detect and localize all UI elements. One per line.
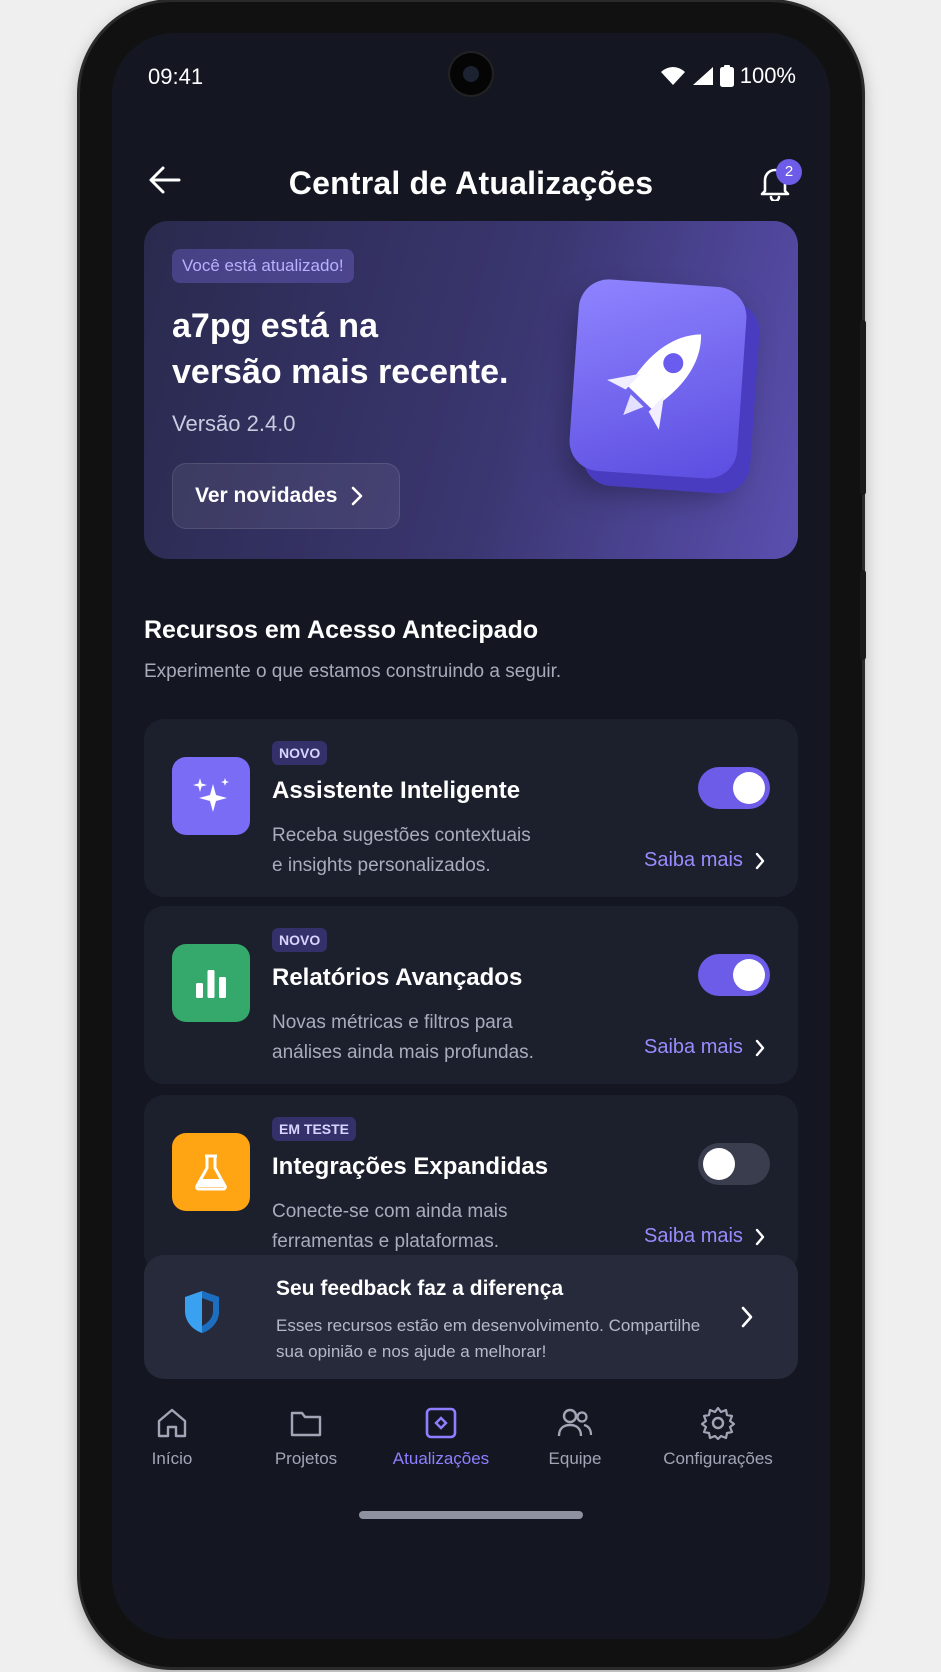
feature-card-advanced-reports: NOVO Relatórios Avançados Novas métricas… — [144, 906, 798, 1084]
chevron-right-icon — [755, 1039, 765, 1056]
volume-button — [860, 320, 866, 495]
home-indicator[interactable] — [359, 1511, 583, 1519]
bar-chart-icon — [172, 944, 250, 1022]
desc-line-2: análises ainda mais profundas. — [272, 1042, 534, 1063]
feature-toggle[interactable] — [698, 954, 770, 996]
feature-description: Receba sugestões contextuais e insights … — [272, 821, 562, 881]
desc-line-2: e insights personalizados. — [272, 855, 491, 876]
feature-card-smart-assistant: NOVO Assistente Inteligente Receba suges… — [144, 719, 798, 897]
feedback-banner[interactable]: Seu feedback faz a diferença Esses recur… — [144, 1255, 798, 1379]
feature-card-expanded-integrations: EM TESTE Integrações Expandidas Conecte-… — [144, 1095, 798, 1273]
early-access-subtitle: Experimente o que estamos construindo a … — [144, 661, 562, 682]
notification-badge: 2 — [776, 159, 802, 185]
feature-tag: NOVO — [272, 741, 328, 765]
wifi-icon — [660, 67, 685, 85]
feature-toggle[interactable] — [698, 1143, 770, 1185]
desc-line-2: ferramentas e plataformas. — [272, 1231, 500, 1252]
page-title: Central de Atualizações — [288, 165, 654, 201]
feedback-description: Esses recursos estão em desenvolvimento.… — [276, 1313, 716, 1365]
rocket-illustration — [567, 277, 749, 481]
feature-tag: EM TESTE — [272, 1117, 357, 1141]
learn-more-label: Saiba mais — [644, 1225, 743, 1247]
toggle-knob — [733, 772, 765, 804]
front-camera — [450, 53, 492, 95]
feature-name: Integrações Expandidas — [272, 1153, 549, 1180]
desc-line-1: Esses recursos estão em desenvolvimento.… — [276, 1316, 701, 1335]
shield-icon — [185, 1291, 219, 1333]
status-time: 09:41 — [148, 64, 204, 89]
battery-icon — [719, 65, 734, 87]
flask-icon — [172, 1133, 250, 1211]
feature-description: Conecte-se com ainda mais ferramentas e … — [272, 1197, 562, 1257]
power-button — [860, 570, 866, 660]
update-status-card: Você está atualizado! a7pg está na versã… — [144, 221, 798, 559]
chevron-right-icon — [755, 852, 765, 869]
feature-name: Assistente Inteligente — [272, 777, 521, 804]
learn-more-label: Saiba mais — [644, 849, 743, 871]
chevron-right-icon — [741, 1306, 753, 1328]
headline-line-1: a7pg está na — [172, 307, 378, 345]
learn-more-label: Saiba mais — [644, 1036, 743, 1058]
chevron-right-icon — [352, 486, 363, 506]
feedback-title: Seu feedback faz a diferença — [276, 1277, 564, 1300]
feature-name: Relatórios Avançados — [272, 964, 523, 991]
signal-icon — [692, 67, 713, 85]
battery-level: 100% — [739, 63, 796, 88]
desc-line-2: sua opinião e nos ajude a melhorar! — [276, 1342, 547, 1361]
toggle-knob — [703, 1148, 735, 1180]
app-header: Central de Atualizações 2 — [112, 153, 830, 213]
feature-tag: NOVO — [272, 928, 328, 952]
feature-description: Novas métricas e filtros para análises a… — [272, 1008, 562, 1068]
status-bar: 09:41 100% — [112, 33, 830, 123]
see-news-button[interactable]: Ver novidades — [172, 463, 400, 529]
headline-line-2: versão mais recente. — [172, 353, 509, 391]
desc-line-1: Receba sugestões contextuais — [272, 825, 531, 846]
learn-more-link[interactable]: Saiba mais — [644, 1225, 765, 1248]
desc-line-1: Novas métricas e filtros para — [272, 1012, 513, 1033]
status-icons: 100% — [660, 63, 796, 89]
version-label: Versão 2.4.0 — [172, 411, 296, 436]
see-news-label: Ver novidades — [195, 484, 338, 507]
learn-more-link[interactable]: Saiba mais — [644, 849, 765, 872]
learn-more-link[interactable]: Saiba mais — [644, 1036, 765, 1059]
sparkles-icon — [172, 757, 250, 835]
desc-line-1: Conecte-se com ainda mais — [272, 1201, 508, 1222]
rocket-icon — [607, 334, 702, 430]
screen: 09:41 100% Central de Atualizações 2 Voc… — [112, 33, 830, 1639]
hero-headline: a7pg está na versão mais recente. — [172, 303, 552, 395]
toggle-knob — [733, 959, 765, 991]
early-access-title: Recursos em Acesso Antecipado — [144, 616, 539, 644]
chevron-right-icon — [755, 1228, 765, 1245]
up-to-date-pill: Você está atualizado! — [172, 249, 354, 283]
feature-toggle[interactable] — [698, 767, 770, 809]
